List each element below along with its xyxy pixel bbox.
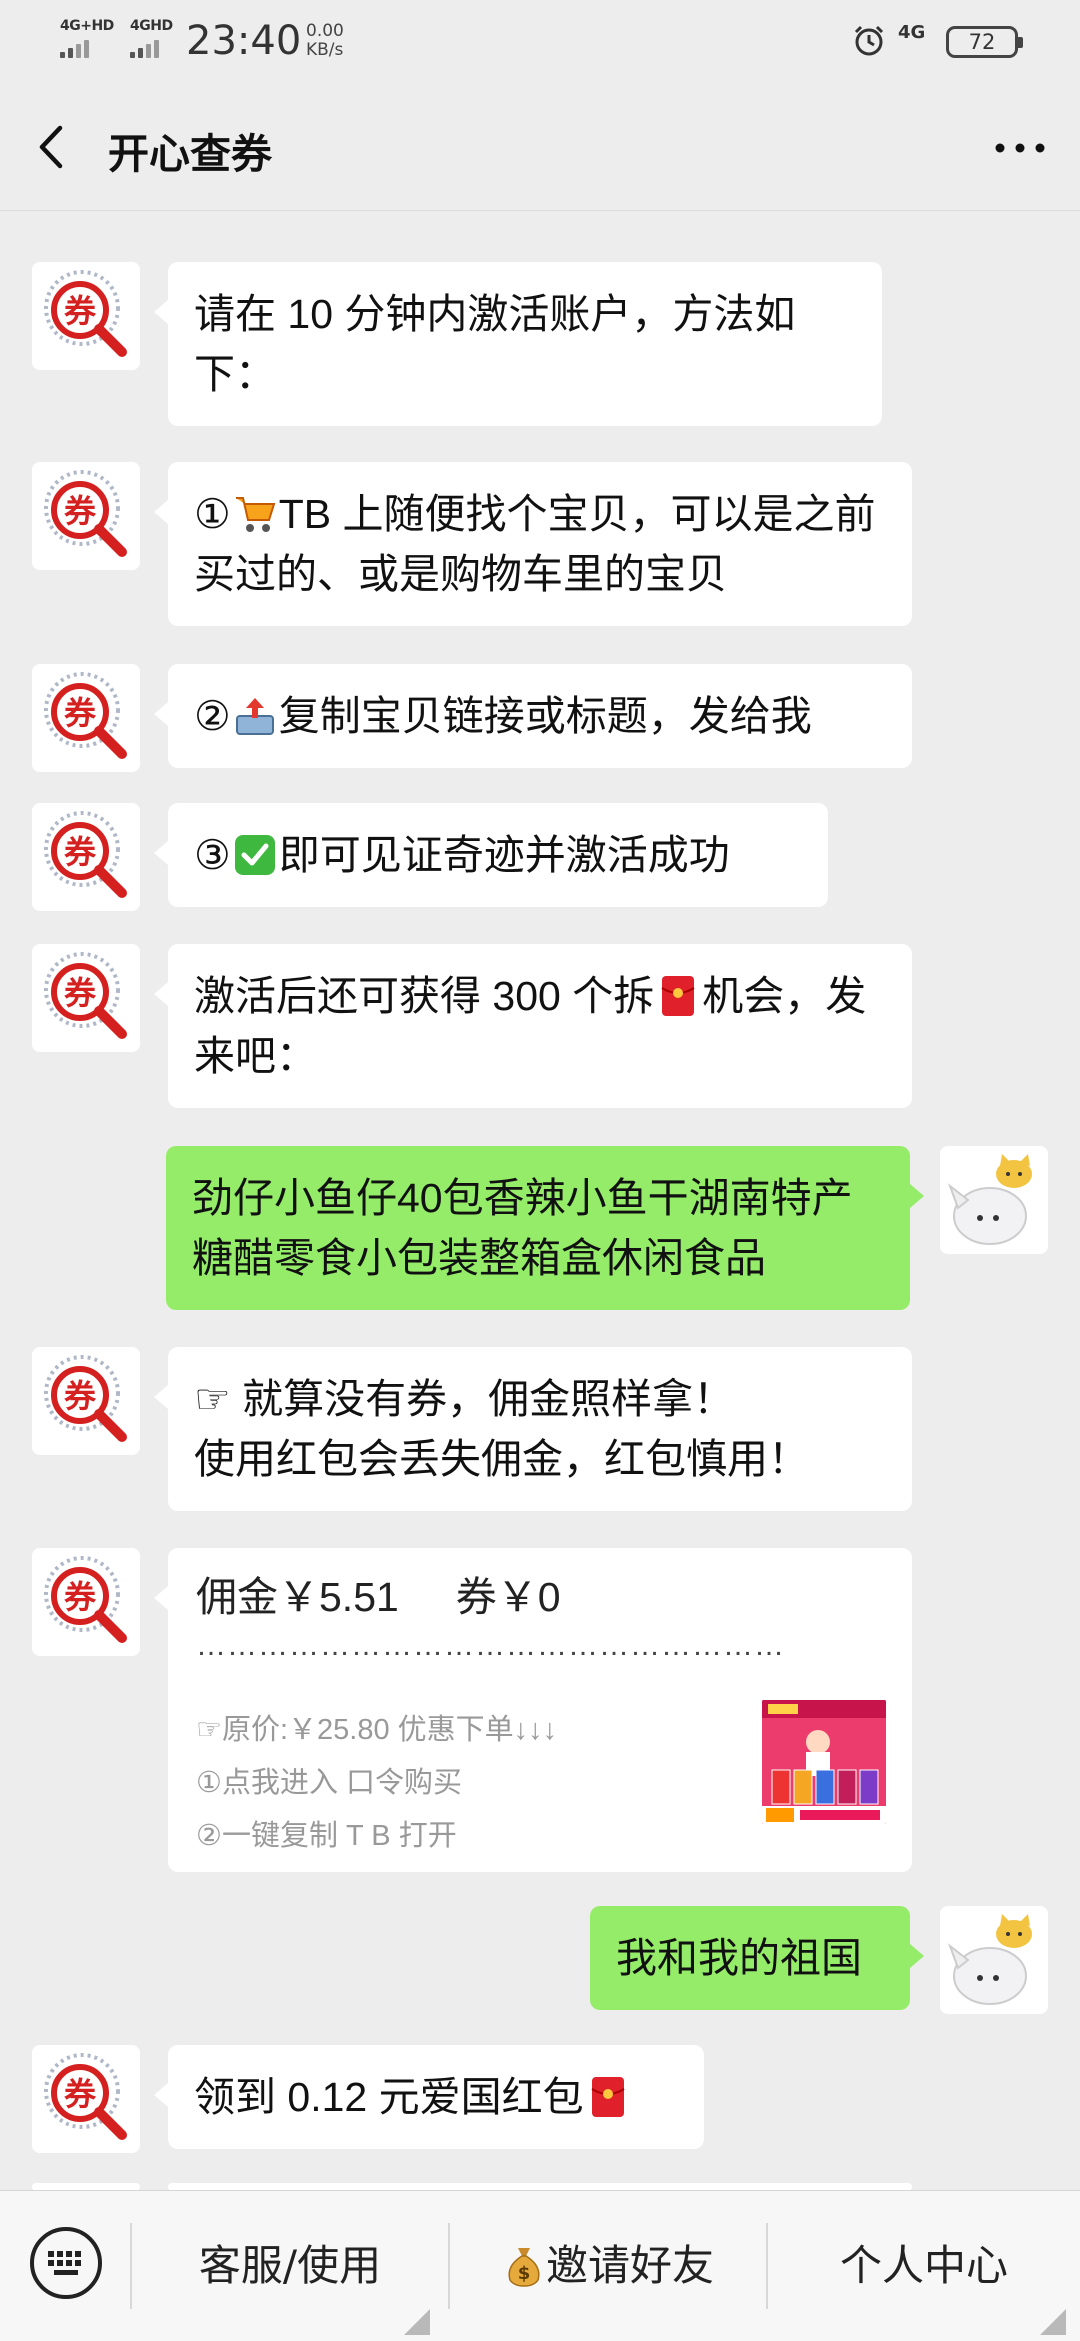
card-description: ☞原价:￥25.80 优惠下单↓↓↓ ①点我进入 口令购买 ②一键复制 T B … — [196, 1704, 557, 1863]
message-text: 激活后还可获得 300 个拆 — [194, 973, 655, 1019]
step-number: ① — [194, 491, 231, 537]
svg-text:券: 券 — [64, 492, 97, 530]
outbox-tray-icon — [235, 698, 274, 735]
status-bar: 4G+HD 4GHD 23:40 0.00 KB/s 4G 72 — [0, 0, 1080, 82]
clock: 23:40 — [186, 18, 302, 64]
svg-text:券: 券 — [64, 1578, 97, 1616]
message-text: ☞ 就算没有券，佣金照样拿！ — [194, 1376, 735, 1422]
user-avatar[interactable] — [940, 1146, 1048, 1254]
message-bubble[interactable]: ② 复制宝贝链接或标题，发给我 — [154, 664, 912, 768]
chat-header: 开心查券 — [0, 82, 1080, 211]
chat-title: 开心查券 — [108, 130, 272, 178]
message-bubble[interactable]: ③ 即可见证奇迹并激活成功 — [154, 803, 828, 907]
alarm-icon — [854, 25, 884, 56]
network-speed: 0.00 KB/s — [306, 22, 344, 60]
message-text: 即可见证奇迹并激活成功 — [278, 832, 730, 878]
submenu-indicator — [1040, 2309, 1066, 2335]
coupon-bot-avatar[interactable]: 券 — [32, 803, 140, 911]
keyboard-icon — [48, 2251, 81, 2275]
coupon-bot-avatar[interactable]: 券 — [32, 462, 140, 570]
money-bag-icon: $ — [508, 2248, 540, 2287]
message-bubble[interactable]: ① TB 上随便找个宝贝，可以是之前买过的、或是购物车里的宝贝 — [154, 462, 912, 626]
signal-icon — [60, 38, 89, 58]
user-avatar[interactable] — [940, 1906, 1048, 2014]
cat-cartoon-icon — [940, 1146, 1048, 1254]
signal-icon — [130, 38, 159, 58]
coupon-magnifier-icon: 券 — [32, 664, 140, 772]
menu-personal-center[interactable]: 个人中心 — [768, 2191, 1080, 2341]
bottom-menu-bar: 客服/使用 $ 邀请好友 个人中心 — [0, 2190, 1080, 2341]
step-number: ③ — [194, 832, 231, 878]
product-thumbnail[interactable] — [762, 1700, 886, 1824]
shopping-cart-icon — [235, 497, 276, 532]
product-image — [762, 1700, 886, 1824]
message-text: 复制宝贝链接或标题，发给我 — [278, 693, 812, 739]
network-type-2: 4GHD — [130, 18, 173, 34]
message-text: 使用红包会丢失佣金，红包慎用！ — [194, 1436, 809, 1482]
coupon-magnifier-icon: 券 — [32, 2045, 140, 2153]
coupon-amount: 券￥0 — [455, 1574, 561, 1620]
copy-instruction-line: ②一键复制 T B 打开 — [196, 1820, 457, 1852]
svg-text:券: 券 — [64, 1377, 97, 1415]
enter-instruction-line: ①点我进入 口令购买 — [196, 1767, 463, 1799]
product-link-card[interactable]: 佣金￥5.51 券￥0 ………………………………………………… ☞原价:￥25.… — [154, 1548, 912, 1872]
speed-unit: KB/s — [306, 40, 344, 60]
coupon-bot-avatar[interactable]: 券 — [32, 262, 140, 370]
back-arrow-icon[interactable] — [30, 122, 80, 172]
cat-cartoon-icon — [940, 1906, 1048, 2014]
coupon-bot-avatar[interactable]: 券 — [32, 664, 140, 772]
menu-label: 邀请好友 — [545, 2241, 714, 2290]
original-price-line: ☞原价:￥25.80 优惠下单↓↓↓ — [196, 1714, 558, 1746]
message-text: 我和我的祖国 — [616, 1935, 862, 1981]
coupon-magnifier-icon: 券 — [32, 1548, 140, 1656]
commission-amount: 佣金￥5.51 — [196, 1574, 399, 1620]
submenu-indicator — [404, 2309, 430, 2335]
speed-value: 0.00 — [306, 21, 344, 41]
svg-text:券: 券 — [64, 974, 97, 1012]
chat-message-list[interactable]: 券 请在 10 分钟内激活账户，方法如下： 券 ① TB 上随便找个宝贝，可以是… — [0, 211, 1080, 2191]
menu-customer-service[interactable]: 客服/使用 — [132, 2191, 448, 2341]
message-text: 领到 0.12 元爱国红包 — [194, 2074, 584, 2120]
svg-text:券: 券 — [64, 292, 97, 330]
coupon-bot-avatar[interactable]: 券 — [32, 1548, 140, 1656]
step-number: ② — [194, 693, 231, 739]
coupon-bot-avatar[interactable]: 券 — [32, 2045, 140, 2153]
message-bubble[interactable]: ☞ 就算没有券，佣金照样拿！ 使用红包会丢失佣金，红包慎用！ — [154, 1347, 912, 1511]
message-text: 劲仔小鱼仔40包香辣小鱼干湖南特产糖醋零食小包装整箱盒休闲食品 — [192, 1175, 853, 1281]
message-text: 请在 10 分钟内激活账户，方法如下： — [194, 291, 796, 397]
coupon-magnifier-icon: 券 — [32, 944, 140, 1052]
svg-text:$: $ — [518, 2263, 531, 2284]
message-bubble[interactable]: 劲仔小鱼仔40包香辣小鱼干湖南特产糖醋零食小包装整箱盒休闲食品 — [166, 1146, 924, 1310]
card-title: 佣金￥5.51 券￥0 — [196, 1568, 884, 1626]
red-envelope-icon — [591, 2077, 625, 2117]
coupon-bot-avatar[interactable]: 券 — [32, 944, 140, 1052]
message-bubble[interactable]: 激活后还可获得 300 个拆 机会，发来吧： — [154, 944, 912, 1108]
red-envelope-icon — [661, 976, 695, 1016]
message-bubble[interactable]: 领到 0.12 元爱国红包 — [154, 2045, 704, 2149]
check-mark-icon — [234, 835, 275, 875]
svg-text:券: 券 — [64, 694, 97, 732]
svg-text:券: 券 — [64, 833, 97, 871]
network-type-3: 4G — [898, 22, 926, 43]
message-bubble[interactable]: 请在 10 分钟内激活账户，方法如下： — [154, 262, 882, 426]
battery-icon: 72 — [946, 26, 1023, 58]
coupon-bot-avatar[interactable]: 券 — [32, 1347, 140, 1455]
more-options-icon[interactable] — [990, 128, 1050, 168]
message-bubble[interactable]: 我和我的祖国 — [590, 1906, 924, 2010]
message-text: TB 上随便找个宝贝，可以是之前买过的、或是购物车里的宝贝 — [194, 491, 876, 597]
svg-text:券: 券 — [64, 2075, 97, 2113]
coupon-magnifier-icon: 券 — [32, 803, 140, 911]
coupon-magnifier-icon: 券 — [32, 1347, 140, 1455]
keyboard-toggle-button[interactable] — [30, 2227, 102, 2299]
coupon-magnifier-icon: 券 — [32, 262, 140, 370]
menu-invite-friends[interactable]: $ 邀请好友 — [450, 2191, 766, 2341]
coupon-magnifier-icon: 券 — [32, 462, 140, 570]
card-divider-dots: ………………………………………………… — [196, 1629, 785, 1662]
network-type-1: 4G+HD — [60, 18, 114, 34]
